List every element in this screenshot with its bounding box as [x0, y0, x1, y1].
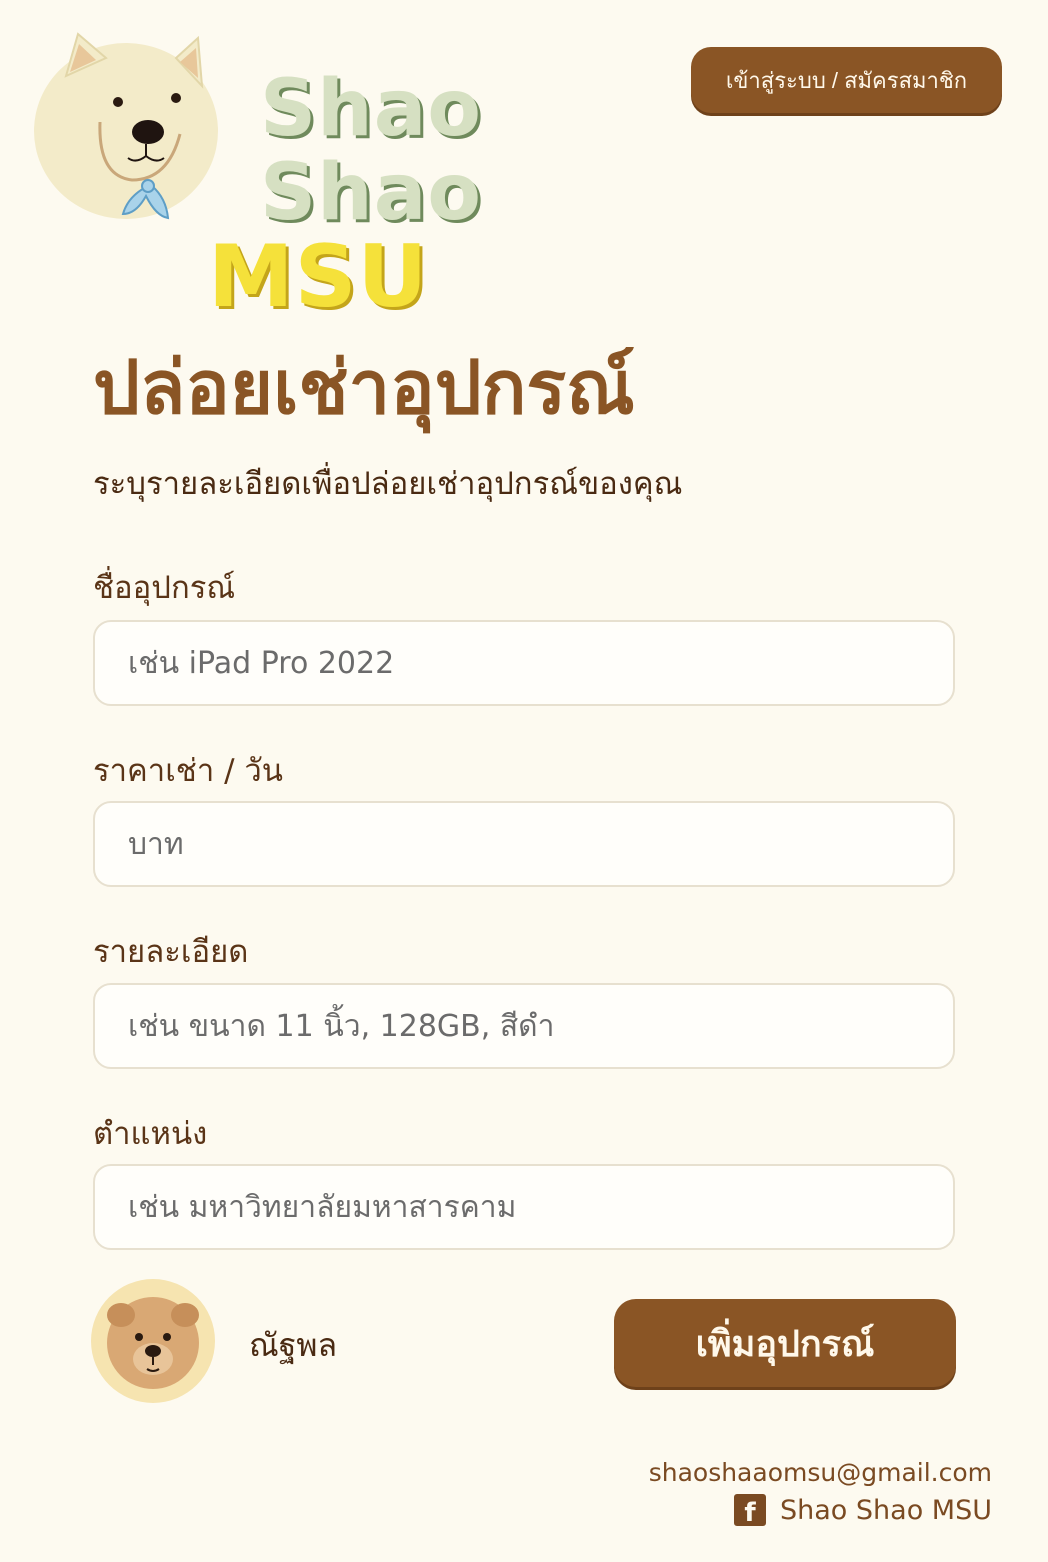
details-input[interactable]	[93, 983, 955, 1069]
brand-logo[interactable]: Shao Shao MSU	[28, 26, 481, 320]
device-name-label: ชื่ออุปกรณ์	[93, 570, 236, 606]
login-register-button[interactable]: เข้าสู่ระบบ / สมัครสมาชิก	[691, 47, 1002, 113]
location-input[interactable]	[93, 1164, 955, 1250]
details-label: รายละเอียด	[93, 934, 249, 970]
location-label: ตำแหน่ง	[93, 1116, 208, 1152]
add-device-button[interactable]: เพิ่มอุปกรณ์	[614, 1299, 956, 1387]
username: ณัฐพล	[249, 1326, 338, 1364]
facebook-label: Shao Shao MSU	[780, 1494, 992, 1526]
page-title: ปล่อยเช่าอุปกรณ์	[93, 345, 635, 431]
facebook-icon: f	[734, 1494, 766, 1526]
price-per-day-input[interactable]	[93, 801, 955, 887]
dog-mascot-icon	[34, 32, 218, 220]
page-subtitle: ระบุรายละเอียดเพื่อปล่อยเช่าอุปกรณ์ของคุ…	[93, 466, 683, 502]
price-label: ราคาเช่า / วัน	[93, 753, 283, 789]
footer-email-link[interactable]: shaoshaaomsu@gmail.com	[649, 1458, 992, 1487]
footer-facebook-link[interactable]: f Shao Shao MSU	[734, 1494, 992, 1526]
dog-avatar-icon	[91, 1279, 215, 1403]
brand-line-1: Shao	[260, 64, 482, 154]
avatar[interactable]	[91, 1279, 215, 1403]
brand-line-2: Shao	[260, 148, 482, 238]
device-name-input[interactable]	[93, 620, 955, 706]
brand-line-3: MSU	[208, 227, 429, 327]
